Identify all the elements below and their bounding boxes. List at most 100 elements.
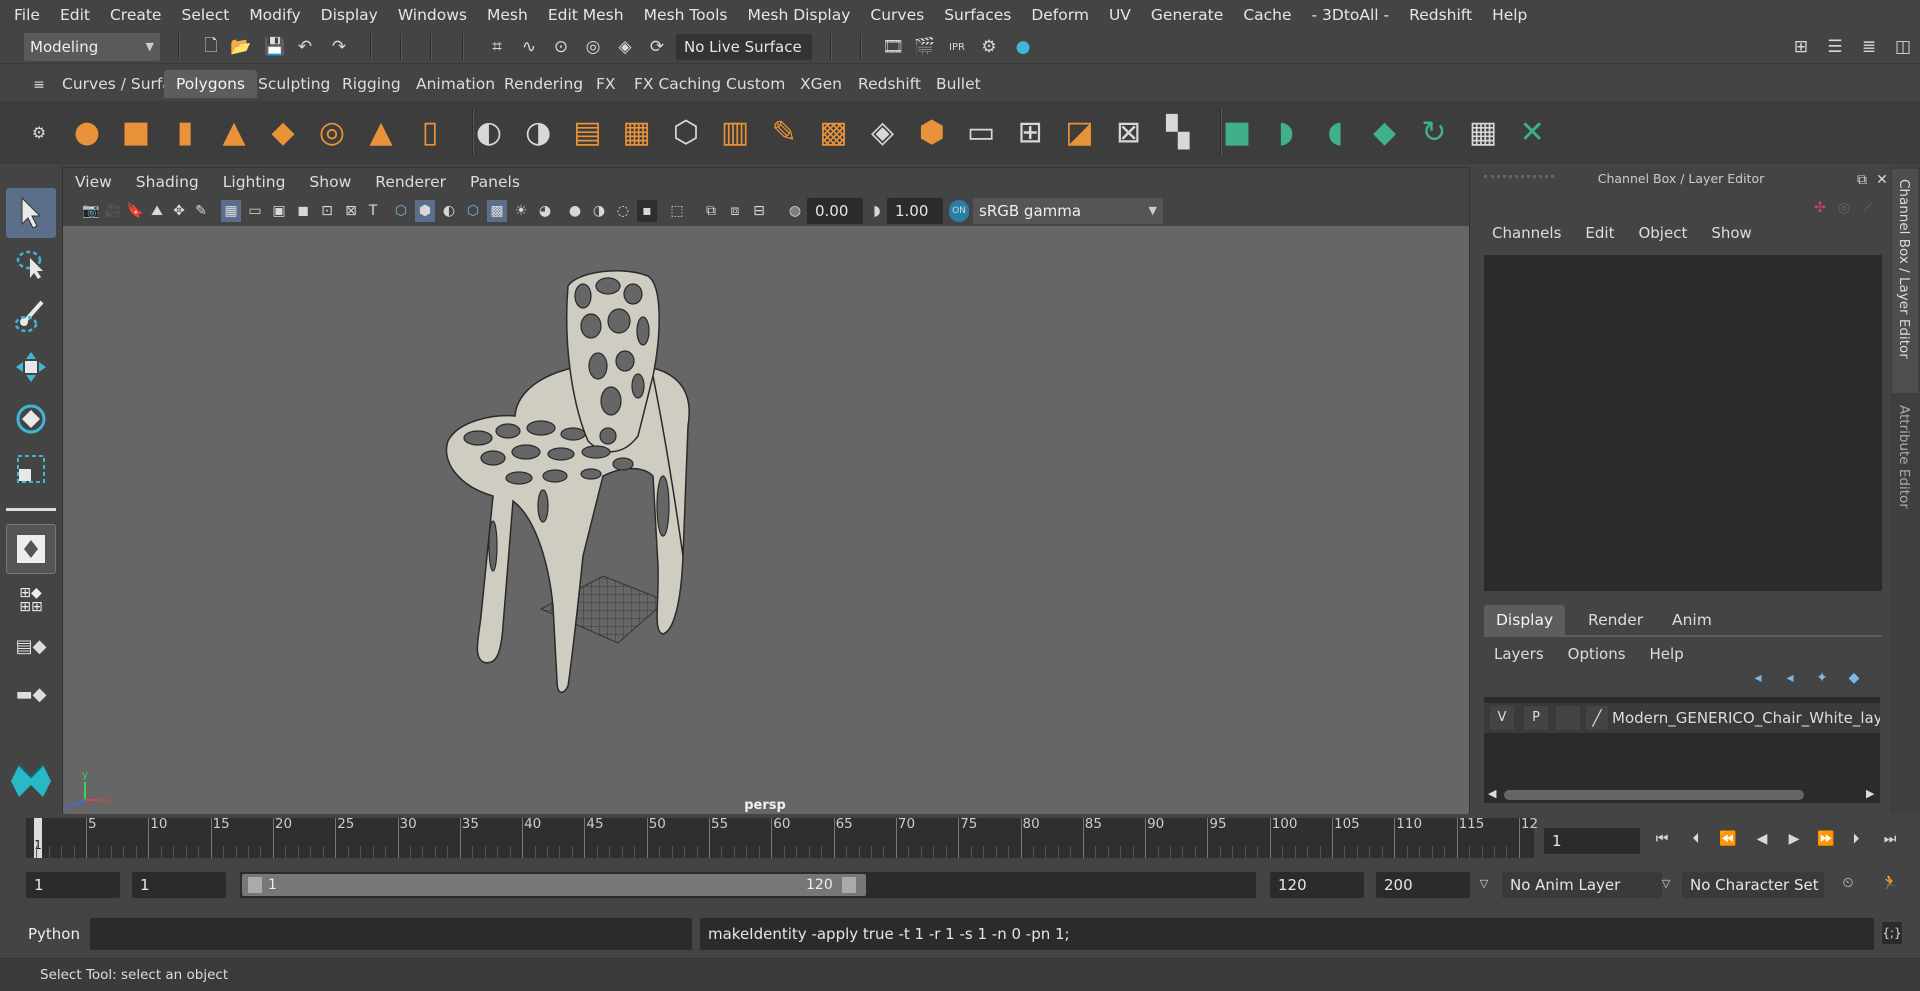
safe-action-icon[interactable]: ⊠ — [341, 200, 361, 222]
anim-layer-dropdown[interactable]: No Anim Layer — [1502, 872, 1662, 898]
open-scene-icon[interactable]: 📂 — [228, 34, 254, 60]
menu-uv[interactable]: UV — [1099, 0, 1141, 30]
select-tool-icon[interactable] — [6, 188, 56, 238]
shelf-tab-redshift[interactable]: Redshift — [846, 70, 933, 98]
gamma-icon[interactable]: ◗ — [867, 200, 887, 222]
layer-visibility-toggle[interactable]: V — [1490, 706, 1514, 730]
undo-icon[interactable]: ↶ — [292, 34, 318, 60]
textured-icon[interactable]: ▩ — [487, 200, 507, 222]
twod-pan-icon[interactable]: ✥ — [169, 200, 189, 222]
uv-editor-icon[interactable]: ▦ — [1462, 111, 1504, 153]
attribute-toggle-icon[interactable]: ≣ — [1856, 34, 1882, 60]
range-start-handle[interactable] — [248, 877, 262, 893]
menu-deform[interactable]: Deform — [1021, 0, 1099, 30]
safe-title-icon[interactable]: T — [363, 200, 383, 222]
play-forwards-icon[interactable]: ▶ — [1784, 828, 1804, 850]
step-back-key-icon[interactable]: ⏴ — [1686, 828, 1706, 850]
menu-generate[interactable]: Generate — [1141, 0, 1233, 30]
new-layer-selected-icon[interactable]: ◆ — [1844, 667, 1864, 689]
gate-mask-icon[interactable]: ◼ — [293, 200, 313, 222]
multicut-icon[interactable]: ✎ — [763, 111, 805, 153]
playback-end-field[interactable]: 120 — [1270, 872, 1364, 898]
side-tab-channel-box[interactable]: Channel Box / Layer Editor — [1892, 169, 1918, 393]
exposure-field[interactable]: 0.00 — [807, 198, 863, 224]
poly-cylinder-icon[interactable]: ▮ — [164, 111, 206, 153]
layer-type-toggle[interactable] — [1556, 706, 1580, 730]
snap-grid-icon[interactable]: ⌗ — [484, 34, 510, 60]
default-material-icon[interactable]: ◐ — [439, 200, 459, 222]
move-tool-icon[interactable] — [6, 342, 56, 392]
xray-components-icon[interactable]: ⊟ — [749, 200, 769, 222]
image-plane-icon[interactable]: ⛰ — [147, 200, 167, 222]
move-layer-up-icon[interactable]: ◂ — [1748, 667, 1768, 689]
snap-live-icon[interactable]: ⟳ — [644, 34, 670, 60]
step-forward-frame-icon[interactable]: ⏩ — [1816, 828, 1836, 850]
shelf-tab-sculpting[interactable]: Sculpting — [246, 70, 342, 98]
tab-anim[interactable]: Anim — [1660, 605, 1724, 635]
script-language-label[interactable]: Python — [28, 920, 80, 948]
poly-torus-icon[interactable]: ◎ — [311, 111, 353, 153]
scene-start-field[interactable]: 1 — [26, 872, 120, 898]
step-back-frame-icon[interactable]: ⏪ — [1718, 828, 1738, 850]
grease-pencil-icon[interactable]: ✎ — [191, 200, 211, 222]
step-forward-key-icon[interactable]: ⏵ — [1846, 828, 1866, 850]
scene-end-field[interactable]: 200 — [1376, 872, 1470, 898]
outliner-toggle-icon[interactable]: ☰ — [1822, 34, 1848, 60]
float-panel-icon[interactable]: ⧉ — [1852, 169, 1872, 191]
xray-joints-icon[interactable]: ⧈ — [725, 200, 745, 222]
shelf-tab-fx[interactable]: FX — [584, 70, 628, 98]
field-chart-icon[interactable]: ⊡ — [317, 200, 337, 222]
four-pane-layout-icon[interactable]: ⊞◆ ⊞⊞ — [6, 580, 56, 620]
menu-edit[interactable]: Edit — [50, 0, 100, 30]
bookmark-icon[interactable]: 🔖 — [125, 200, 145, 222]
edit-menu[interactable]: Edit — [1573, 224, 1626, 242]
viewport-menu-panels[interactable]: Panels — [458, 168, 532, 196]
menu-redshift[interactable]: Redshift — [1399, 0, 1482, 30]
render-region-icon[interactable]: 🎞 — [880, 34, 906, 60]
color-space-dropdown[interactable]: sRGB gamma ▼ — [973, 198, 1163, 224]
side-tab-attribute-editor[interactable]: Attribute Editor — [1892, 399, 1918, 559]
layer-color-swatch[interactable]: ╱ — [1586, 706, 1608, 730]
poly-cube-icon[interactable]: ■ — [115, 111, 157, 153]
close-panel-icon[interactable]: ✕ — [1872, 169, 1892, 191]
viewport-menu-shading[interactable]: Shading — [124, 168, 211, 196]
smooth-icon[interactable]: ▦ — [616, 111, 658, 153]
target-weld-icon[interactable]: ◪ — [1058, 111, 1100, 153]
menu-modify[interactable]: Modify — [239, 0, 310, 30]
uv-cylindrical-icon[interactable]: ◗ — [1265, 111, 1307, 153]
chevron-down-icon[interactable]: ▽ — [1474, 872, 1494, 894]
snap-surface-icon[interactable]: ◈ — [612, 34, 638, 60]
layer-row[interactable]: V P ╱ Modern_GENERICO_Chair_White_layer — [1484, 703, 1880, 733]
viewport-menu-show[interactable]: Show — [297, 168, 363, 196]
snap-view-icon[interactable]: ◎ — [580, 34, 606, 60]
poly-plane-icon[interactable]: ◆ — [262, 111, 304, 153]
menu-create[interactable]: Create — [100, 0, 172, 30]
menu-file[interactable]: File — [4, 0, 50, 30]
uv-layout-icon[interactable]: ✕ — [1511, 111, 1553, 153]
command-input[interactable] — [90, 918, 692, 950]
go-to-end-icon[interactable]: ⏭ — [1880, 828, 1900, 850]
chevron-down-icon[interactable]: ▽ — [1656, 872, 1676, 894]
mode-dropdown[interactable]: Modeling ▼ — [24, 33, 160, 61]
script-editor-icon[interactable]: {;} — [1882, 922, 1902, 944]
combine-icon[interactable]: ◐ — [468, 111, 510, 153]
show-menu[interactable]: Show — [1699, 224, 1763, 242]
anim-prefs-icon[interactable]: 🏃 — [1880, 872, 1900, 894]
help-menu[interactable]: Help — [1638, 645, 1696, 663]
menu-windows[interactable]: Windows — [388, 0, 477, 30]
character-set-dropdown[interactable]: No Character Set — [1682, 872, 1824, 898]
gamma-field[interactable]: 1.00 — [887, 198, 943, 224]
single-pane-layout-icon[interactable] — [6, 524, 56, 574]
bounding-icon[interactable]: ▭ — [960, 111, 1002, 153]
paint-select-icon[interactable] — [6, 290, 56, 340]
camera-attr-icon[interactable]: 🎥 — [103, 200, 123, 222]
render-settings-icon[interactable]: ⚙ — [976, 34, 1002, 60]
range-end-handle[interactable] — [842, 877, 856, 893]
options-menu[interactable]: Options — [1556, 645, 1638, 663]
uv-auto-icon[interactable]: ◆ — [1364, 111, 1406, 153]
range-track[interactable]: 1 120 — [240, 872, 1256, 898]
scroll-thumb[interactable] — [1504, 790, 1804, 800]
bridge-icon[interactable]: ▥ — [714, 111, 756, 153]
shelf-tab-polygons[interactable]: Polygons — [164, 70, 257, 98]
object-menu[interactable]: Object — [1626, 224, 1699, 242]
